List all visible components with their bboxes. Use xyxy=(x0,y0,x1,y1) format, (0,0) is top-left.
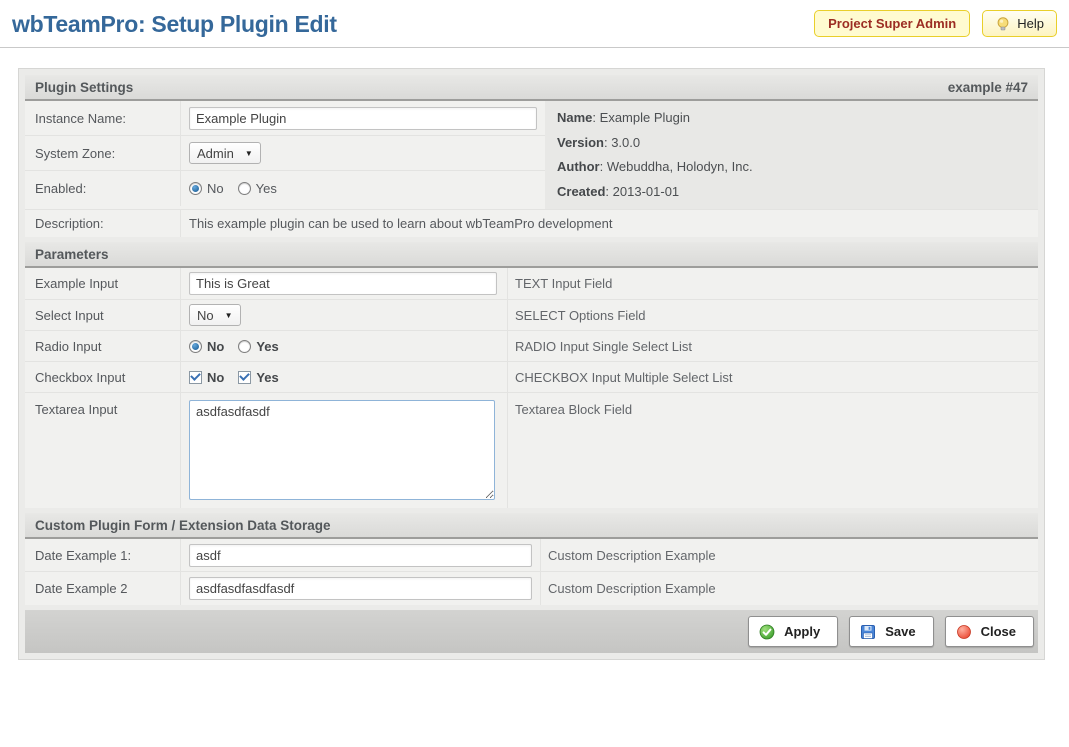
top-buttons: Project Super Admin Help xyxy=(814,10,1057,37)
parameters-title: Parameters xyxy=(35,247,109,262)
floppy-disk-icon xyxy=(860,624,876,640)
checkbox-checked-icon xyxy=(189,371,202,384)
system-zone-label: System Zone: xyxy=(25,136,181,170)
section-header-plugin-settings: Plugin Settings example #47 xyxy=(25,75,1038,101)
radio-input-yes[interactable]: Yes xyxy=(238,339,278,354)
select-input-selected-value: No xyxy=(197,308,214,323)
textarea-input-label: Textarea Input xyxy=(25,393,181,508)
red-circle-icon xyxy=(956,624,972,640)
checkbox-input-yes[interactable]: Yes xyxy=(238,370,278,385)
plugin-info-name: Name: Example Plugin xyxy=(557,106,1026,131)
chevron-down-icon: ▼ xyxy=(245,149,253,158)
system-zone-select[interactable]: Admin ▼ xyxy=(189,142,261,164)
checkbox-input-description: CHECKBOX Input Multiple Select List xyxy=(508,370,732,385)
chevron-down-icon: ▼ xyxy=(225,311,233,320)
radio-input-no[interactable]: No xyxy=(189,339,224,354)
section-header-custom-plugin-form: Custom Plugin Form / Extension Data Stor… xyxy=(25,513,1038,539)
description-label: Description: xyxy=(25,210,181,237)
top-bar: wbTeamPro: Setup Plugin Edit Project Sup… xyxy=(0,0,1069,48)
help-button[interactable]: Help xyxy=(982,10,1057,37)
select-input-select[interactable]: No ▼ xyxy=(189,304,241,326)
radio-unselected-icon xyxy=(238,182,251,195)
close-button[interactable]: Close xyxy=(945,616,1034,647)
radio-selected-icon xyxy=(189,340,202,353)
apply-button-label: Apply xyxy=(784,624,820,639)
plugin-info-panel: Name: Example Plugin Version: 3.0.0 Auth… xyxy=(545,101,1038,209)
plugin-edit-panel: Plugin Settings example #47 Instance Nam… xyxy=(18,68,1045,660)
date-example-2-description: Custom Description Example xyxy=(541,581,716,596)
description-row: Description: This example plugin can be … xyxy=(25,209,1038,237)
example-input-description: TEXT Input Field xyxy=(508,276,612,291)
help-button-label: Help xyxy=(1017,16,1044,31)
date-example-1-description: Custom Description Example xyxy=(541,548,716,563)
example-input-row: Example Input TEXT Input Field xyxy=(25,268,1038,300)
apply-button[interactable]: Apply xyxy=(748,616,838,647)
enabled-radio-yes[interactable]: Yes xyxy=(238,181,277,196)
radio-unselected-icon xyxy=(238,340,251,353)
footer-action-bar: Apply Save xyxy=(25,610,1038,653)
date-example-1-row: Date Example 1: Custom Description Examp… xyxy=(25,539,1038,572)
enabled-radio-no[interactable]: No xyxy=(189,181,224,196)
textarea-input-row: Textarea Input asdfasdfasdf Textarea Blo… xyxy=(25,393,1038,508)
section-header-parameters: Parameters xyxy=(25,242,1038,268)
instance-badge: example #47 xyxy=(948,80,1028,95)
checkbox-input-no[interactable]: No xyxy=(189,370,224,385)
save-button-label: Save xyxy=(885,624,915,639)
plugin-info-version: Version: 3.0.0 xyxy=(557,131,1026,156)
parameters-table: Example Input TEXT Input Field Select In… xyxy=(25,268,1038,508)
textarea-input-field[interactable]: asdfasdfasdf xyxy=(189,400,495,500)
green-check-icon xyxy=(759,624,775,640)
enabled-label: Enabled: xyxy=(25,171,181,206)
plugin-settings-title: Plugin Settings xyxy=(35,80,133,95)
date-example-2-input[interactable] xyxy=(189,577,532,600)
radio-input-row: Radio Input No Yes RADIO Input Single Se… xyxy=(25,331,1038,362)
custom-plugin-form-table: Date Example 1: Custom Description Examp… xyxy=(25,539,1038,605)
system-zone-selected-value: Admin xyxy=(197,146,234,161)
select-input-label: Select Input xyxy=(25,300,181,330)
select-input-row: Select Input No ▼ SELECT Options Field xyxy=(25,300,1038,331)
custom-plugin-form-title: Custom Plugin Form / Extension Data Stor… xyxy=(35,518,331,533)
checkbox-checked-icon xyxy=(238,371,251,384)
textarea-input-description: Textarea Block Field xyxy=(508,393,632,417)
project-super-admin-button[interactable]: Project Super Admin xyxy=(814,10,970,37)
lightbulb-icon xyxy=(995,16,1011,32)
radio-input-description: RADIO Input Single Select List xyxy=(508,339,692,354)
save-button[interactable]: Save xyxy=(849,616,933,647)
radio-input-label: Radio Input xyxy=(25,331,181,361)
page-title: wbTeamPro: Setup Plugin Edit xyxy=(12,11,337,38)
date-example-1-input[interactable] xyxy=(189,544,532,567)
close-button-label: Close xyxy=(981,624,1016,639)
checkbox-input-row: Checkbox Input No Yes CHECKBOX Input Mul… xyxy=(25,362,1038,393)
system-zone-row: System Zone: Admin ▼ xyxy=(25,136,545,171)
description-text: This example plugin can be used to learn… xyxy=(181,212,620,235)
date-example-2-row: Date Example 2 Custom Description Exampl… xyxy=(25,572,1038,605)
example-input-field[interactable] xyxy=(189,272,497,295)
example-input-label: Example Input xyxy=(25,268,181,299)
select-input-description: SELECT Options Field xyxy=(508,308,646,323)
plugin-settings-table: Instance Name: System Zone: Admin ▼ xyxy=(25,101,1038,237)
date-example-1-label: Date Example 1: xyxy=(25,539,181,571)
instance-name-row: Instance Name: xyxy=(25,101,545,136)
instance-name-input[interactable] xyxy=(189,107,537,130)
radio-selected-icon xyxy=(189,182,202,195)
checkbox-input-label: Checkbox Input xyxy=(25,362,181,392)
date-example-2-label: Date Example 2 xyxy=(25,572,181,605)
plugin-info-created: Created: 2013-01-01 xyxy=(557,180,1026,205)
instance-name-label: Instance Name: xyxy=(25,101,181,135)
enabled-row: Enabled: No Yes xyxy=(25,171,545,206)
plugin-info-author: Author: Webuddha, Holodyn, Inc. xyxy=(557,155,1026,180)
